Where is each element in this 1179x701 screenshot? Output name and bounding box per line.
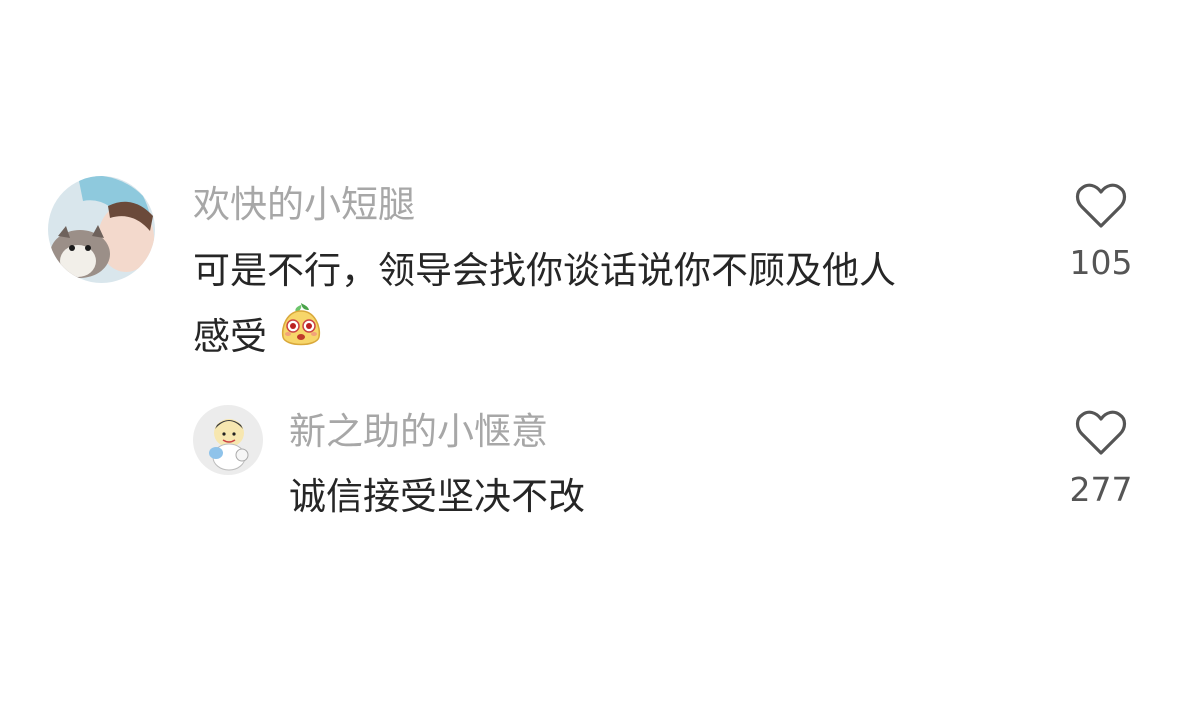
avatar-image [193,405,263,475]
reply-item: 新之助的小惬意 诚信接受坚决不改 277 [0,0,1179,701]
avatar[interactable] [193,405,263,475]
comment-text: 诚信接受坚决不改 [289,475,585,518]
like-count: 277 [1069,470,1133,509]
comment-list: 欢快的小短腿 可是不行，领导会找你谈话说你不顾及他人 感受 105 新之助的小惬… [0,0,1179,701]
heart-icon[interactable] [1075,410,1127,456]
username[interactable]: 新之助的小惬意 [289,410,548,454]
like-button[interactable]: 277 [1061,410,1141,510]
